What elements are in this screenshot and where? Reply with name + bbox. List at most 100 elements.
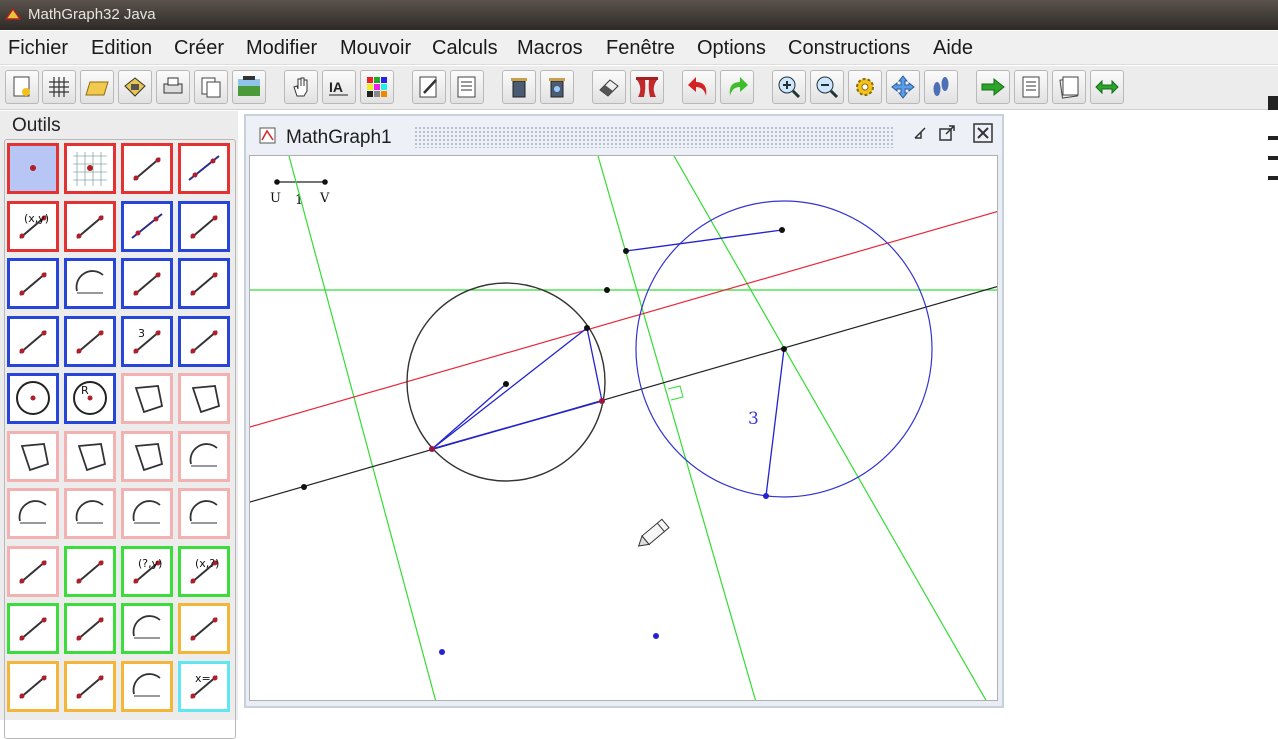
tool-button-circle-center-point[interactable]	[7, 373, 59, 424]
blue-segment-circle-radius[interactable]	[765, 348, 785, 497]
menu-edition[interactable]: Edition	[91, 37, 152, 60]
tool-button-arc[interactable]	[178, 430, 230, 482]
eraser-button[interactable]	[592, 70, 626, 104]
tool-button-measure-distance[interactable]	[7, 603, 59, 654]
zoom-in-button[interactable]	[772, 70, 806, 104]
tool-button-intersection[interactable]	[64, 200, 116, 252]
tool-button-circle-center-radius[interactable]: R	[64, 373, 116, 424]
tool-button-rotation[interactable]	[7, 660, 59, 712]
point-intersection-right[interactable]	[599, 398, 605, 404]
minimize-button[interactable]	[910, 122, 932, 144]
save-button[interactable]	[118, 70, 152, 104]
tool-button-measure-area[interactable]	[64, 603, 116, 654]
tool-button-angle-bisector[interactable]	[64, 258, 116, 309]
tool-button-parallel[interactable]	[178, 200, 230, 252]
tool-button-ray[interactable]	[178, 315, 230, 367]
tool-button-polygon[interactable]	[121, 373, 173, 424]
tool-button-mediator[interactable]	[121, 258, 173, 309]
new-figure-button[interactable]	[5, 70, 39, 104]
palette-button[interactable]	[360, 70, 394, 104]
open-button[interactable]	[80, 70, 114, 104]
unit-segment[interactable]: U 1 V	[270, 179, 330, 208]
protocol-button[interactable]	[1014, 70, 1048, 104]
point-free-2[interactable]	[653, 633, 659, 639]
tool-button-parallelogram[interactable]	[7, 430, 59, 482]
point-on-green-horizontal[interactable]	[604, 287, 610, 293]
green-line-1[interactable]	[288, 156, 437, 701]
maximize-button[interactable]	[936, 122, 958, 144]
menu-aide[interactable]: Aide	[933, 37, 973, 60]
tool-button-homothety[interactable]	[64, 660, 116, 712]
notes-button[interactable]	[1052, 70, 1086, 104]
menu-calculs[interactable]: Calculs	[432, 37, 498, 60]
zoom-out-button[interactable]	[810, 70, 844, 104]
menu-fichier[interactable]: Fichier	[8, 37, 68, 60]
move-all-button[interactable]	[886, 70, 920, 104]
point-blue-circle-center[interactable]	[781, 346, 787, 352]
tool-button-arc-measure[interactable]	[7, 488, 59, 539]
hand-button[interactable]	[284, 70, 318, 104]
tool-button-point-on-object[interactable]	[121, 143, 173, 194]
tool-button-segment[interactable]	[64, 315, 116, 367]
delete-button[interactable]	[502, 70, 536, 104]
blue-segment-diagonal[interactable]	[431, 327, 588, 450]
black-line[interactable]	[250, 285, 998, 503]
point-on-blue-circle[interactable]	[763, 493, 769, 499]
menu-fenetre[interactable]: Fenêtre	[606, 37, 675, 60]
tool-button-square[interactable]	[64, 430, 116, 482]
point-intersection-top[interactable]	[584, 325, 590, 331]
document-titlebar[interactable]: MathGraph1	[246, 116, 1002, 154]
menu-macros[interactable]: Macros	[517, 37, 583, 60]
next-button[interactable]	[976, 70, 1010, 104]
tool-button-perpendicular[interactable]	[7, 258, 59, 309]
undo-button[interactable]	[682, 70, 716, 104]
curtain-button[interactable]	[630, 70, 664, 104]
grid-button[interactable]	[42, 70, 76, 104]
tool-button-calculation[interactable]: x=	[178, 660, 230, 712]
image-export-button[interactable]	[232, 70, 266, 104]
close-button[interactable]	[972, 122, 994, 144]
point-intersection-left[interactable]	[429, 446, 435, 452]
blue-segment-top[interactable]	[625, 229, 783, 252]
tool-button-measure-coords[interactable]: (?,y)	[121, 545, 173, 597]
menu-constructions[interactable]: Constructions	[788, 37, 910, 60]
settings-button[interactable]	[848, 70, 882, 104]
text-button[interactable]: IA	[322, 70, 356, 104]
tool-button-regular-polygon[interactable]	[178, 373, 230, 424]
swap-button[interactable]	[1090, 70, 1124, 104]
tool-button-arc-direct[interactable]	[64, 488, 116, 539]
menu-mouvoir[interactable]: Mouvoir	[340, 37, 411, 60]
tool-button-segment-length[interactable]: 3	[121, 315, 173, 367]
tool-button-measure-length[interactable]	[64, 545, 116, 597]
tool-button-line[interactable]	[121, 200, 173, 252]
point-segment-start[interactable]	[623, 248, 629, 254]
figure-canvas[interactable]: U 1 V 3	[249, 155, 998, 701]
figure-svg[interactable]: U 1 V 3	[250, 156, 998, 701]
point-on-black-line[interactable]	[301, 484, 307, 490]
menu-options[interactable]: Options	[697, 37, 766, 60]
tool-button-midpoint-line[interactable]	[178, 258, 230, 309]
tool-button-point-tool[interactable]	[7, 143, 59, 194]
redo-button[interactable]	[720, 70, 754, 104]
blue-segment-chord[interactable]	[431, 400, 603, 450]
point-segment-end[interactable]	[779, 227, 785, 233]
tool-button-protractor[interactable]	[121, 660, 173, 712]
delete-all-button[interactable]	[540, 70, 574, 104]
print-button[interactable]	[156, 70, 190, 104]
tool-button-vertical-line[interactable]	[7, 315, 59, 367]
green-line-2[interactable]	[597, 156, 757, 701]
tool-button-angle[interactable]	[178, 488, 230, 539]
point-free-1[interactable]	[439, 649, 445, 655]
tool-button-measure-abscissa[interactable]: (x,?)	[178, 545, 230, 597]
tool-button-triangle[interactable]	[121, 430, 173, 482]
footprints-button[interactable]	[924, 70, 958, 104]
edit-button[interactable]	[412, 70, 446, 104]
tool-button-translation[interactable]	[178, 603, 230, 654]
menu-modifier[interactable]: Modifier	[246, 37, 317, 60]
tool-button-arc-indirect[interactable]	[121, 488, 173, 539]
copy-button[interactable]	[194, 70, 228, 104]
tool-button-segment-mark[interactable]	[7, 545, 59, 597]
menu-creer[interactable]: Créer	[174, 37, 224, 60]
tool-button-measure-angle[interactable]	[121, 603, 173, 654]
point-circle-center[interactable]	[503, 381, 509, 387]
